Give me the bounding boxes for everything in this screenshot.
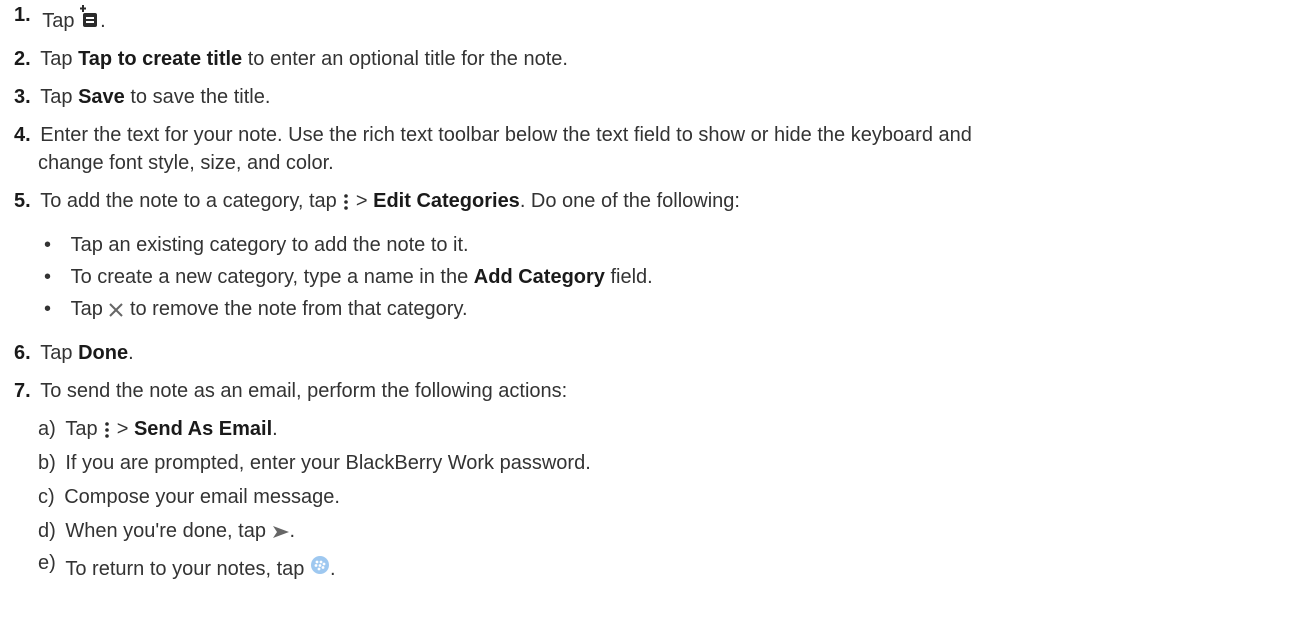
step-text: Tap Done. (40, 342, 133, 364)
substep-text: Compose your email message. (64, 486, 340, 508)
bullet-marker: • (44, 298, 52, 320)
text-pre: Tap (40, 86, 79, 108)
blackberry-logo-icon (310, 555, 330, 575)
bullet-marker: • (44, 266, 52, 288)
ui-label-send-as-email: Send As Email (133, 418, 273, 440)
substep-text: To return to your notes, tap . (65, 555, 336, 580)
step-6: 6. Tap Done. (14, 340, 134, 366)
ui-label-add-category: Add Category (473, 266, 605, 288)
step-number: 5. (14, 190, 31, 212)
ui-label-edit-categories: Edit Categories (373, 190, 520, 212)
text-post: . (329, 558, 336, 580)
text-pre: To add the note to a category, tap (40, 190, 343, 212)
step-2: 2. Tap Tap to create title to enter an o… (14, 46, 568, 72)
text-post: . Do one of the following: (519, 190, 740, 212)
substep-label: c) (38, 486, 55, 508)
text-post: to remove the note from that category. (124, 298, 468, 320)
step-number: 7. (14, 380, 31, 402)
step-text: Tap Save to save the title. (40, 86, 270, 108)
substep-text: When you're done, tap . (65, 520, 295, 542)
text-post: field. (604, 266, 653, 288)
substep-b: b) If you are prompted, enter your Black… (38, 450, 591, 476)
substep-label: e) (38, 552, 56, 574)
text-pre: To create a new category, type a name in… (70, 266, 474, 288)
ui-label-save: Save (78, 86, 125, 108)
substep-a: a) Tap > Send As Email. (38, 416, 278, 442)
step-3: 3. Tap Save to save the title. (14, 84, 270, 110)
text-pre: To return to your notes, tap (65, 558, 310, 580)
bullet-item: • Tap to remove the note from that categ… (44, 296, 468, 322)
substep-e: e) To return to your notes, tap . (38, 552, 336, 582)
step-text: change font style, size, and color. (38, 152, 334, 174)
step-number: 6. (14, 342, 31, 364)
text-post: . (289, 520, 296, 542)
substep-label: a) (38, 418, 56, 440)
ui-label-tap-to-create-title: Tap to create title (78, 48, 243, 70)
step-number: 3. (14, 86, 31, 108)
step-number: 1. (14, 4, 31, 26)
text-pre: Tap (40, 48, 79, 70)
menu-separator: > (111, 418, 134, 440)
bullet-marker: • (44, 234, 52, 256)
text-pre: When you're done, tap (65, 520, 272, 542)
step-text-end: . (100, 10, 106, 32)
substep-text: If you are prompted, enter your BlackBer… (65, 452, 591, 474)
step-5: 5. To add the note to a category, tap > … (14, 188, 740, 214)
step-number: 2. (14, 48, 31, 70)
text-post: to enter an optional title for the note. (242, 48, 568, 70)
new-note-icon (80, 4, 100, 29)
step-text: To send the note as an email, perform th… (40, 380, 568, 402)
step-4-continued: change font style, size, and color. (38, 150, 334, 176)
text-pre: Tap (70, 298, 109, 320)
step-1: 1. Tap . (14, 4, 106, 34)
step-text: Tap Tap to create title to enter an opti… (40, 48, 568, 70)
substep-label: b) (38, 452, 56, 474)
text-post: . (272, 418, 278, 440)
substep-c: c) Compose your email message. (38, 484, 340, 510)
close-icon (108, 302, 124, 318)
bullet-text: Tap an existing category to add the note… (70, 234, 469, 256)
substep-label: d) (38, 520, 56, 542)
step-7: 7. To send the note as an email, perform… (14, 378, 567, 404)
overflow-menu-icon (103, 421, 111, 439)
bullet-text: Tap to remove the note from that categor… (71, 298, 468, 320)
bullet-text: To create a new category, type a name in… (71, 266, 653, 288)
bullet-item: • Tap an existing category to add the no… (44, 232, 469, 258)
instructions-document: 1. Tap . 2. Tap Tap to create title to e… (0, 0, 1294, 623)
step-text: To add the note to a category, tap > Edi… (40, 190, 740, 212)
step-number: 4. (14, 124, 31, 146)
step-4: 4. Enter the text for your note. Use the… (14, 122, 972, 148)
text-pre: Tap (40, 342, 79, 364)
menu-separator: > (350, 190, 374, 212)
substep-text: Tap > Send As Email. (65, 418, 277, 440)
step-text: Enter the text for your note. Use the ri… (40, 124, 972, 146)
send-icon (272, 525, 290, 539)
step-text: Tap (42, 10, 81, 32)
text-post: to save the title. (124, 86, 271, 108)
ui-label-done: Done (78, 342, 129, 364)
text-pre: Tap (65, 418, 104, 440)
text-post: . (128, 342, 134, 364)
bullet-item: • To create a new category, type a name … (44, 264, 653, 290)
substep-d: d) When you're done, tap . (38, 518, 295, 544)
